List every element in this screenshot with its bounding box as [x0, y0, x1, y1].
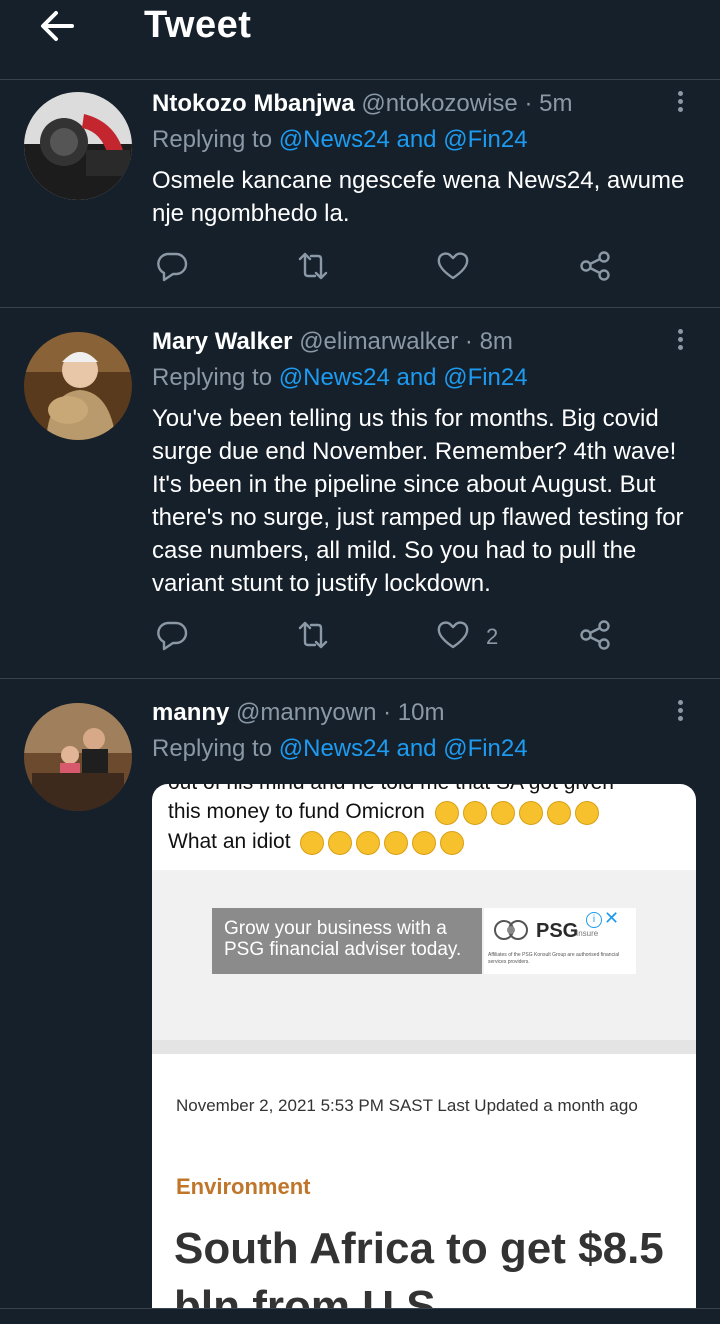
reply-button[interactable] [155, 250, 189, 286]
tweet-reply[interactable]: Ntokozo Mbanjwa @ntokozowise · 5m Replyi… [0, 80, 720, 308]
author-name[interactable]: Ntokozo Mbanjwa [152, 90, 355, 117]
like-icon [436, 249, 470, 288]
retweet-button[interactable] [296, 250, 330, 286]
media-text-line-2: What an idiot [168, 830, 291, 853]
replying-prefix: Replying to [152, 364, 273, 391]
ad-brand: PSG [536, 920, 579, 942]
ad-info-icon[interactable]: i [586, 912, 602, 928]
ad-logo: PSG Insure i ✕ Affiliates of the PSG Kon… [484, 908, 636, 974]
like-icon [436, 618, 470, 657]
page-title: Tweet [144, 4, 252, 46]
retweet-button[interactable] [296, 619, 330, 655]
ad-banner[interactable]: Grow your business with a PSG financial … [152, 870, 696, 1040]
divider [152, 1040, 696, 1054]
like-button[interactable] [436, 250, 486, 286]
ad-text: Grow your business with a PSG financial … [212, 908, 482, 974]
more-options-icon[interactable] [668, 697, 692, 727]
top-bar: Tweet [0, 0, 720, 80]
psg-logo-icon [494, 920, 528, 940]
replying-prefix: Replying to [152, 735, 273, 762]
like-count: 2 [486, 624, 499, 649]
tweet-text: You've been telling us this for months. … [152, 405, 684, 597]
like-button[interactable]: 2 [436, 619, 498, 655]
author-handle[interactable]: @mannyown [236, 699, 376, 726]
avatar[interactable] [24, 703, 132, 811]
author-handle[interactable]: @elimarwalker [299, 328, 458, 355]
reply-icon [155, 249, 189, 288]
tweet-text: Osmele kancane ngescefe wena News24, awu… [152, 167, 685, 227]
reply-button[interactable] [155, 619, 189, 655]
tweet-time: · 10m [383, 699, 445, 726]
avatar[interactable] [24, 332, 132, 440]
avatar[interactable] [24, 92, 132, 200]
author-handle[interactable]: @ntokozowise [361, 90, 517, 117]
retweet-icon [296, 618, 330, 657]
share-icon [578, 618, 612, 657]
ad-fine-print: Affiliates of the PSG Konsult Group are … [488, 952, 620, 965]
ad-close-icon[interactable]: ✕ [604, 908, 619, 929]
replying-to-link[interactable]: @News24 and @Fin24 [279, 735, 528, 762]
article-category: Environment [176, 1174, 311, 1199]
more-options-icon[interactable] [668, 326, 692, 356]
tweet-time: · 8m [464, 328, 513, 355]
ad-brand-sub: Insure [576, 929, 599, 938]
reply-icon [155, 618, 189, 657]
laughing-emoji-icon [296, 830, 465, 855]
tweet-reply[interactable]: Mary Walker @elimarwalker · 8m Replying … [0, 308, 720, 679]
share-button[interactable] [578, 250, 612, 286]
replying-to-link[interactable]: @News24 and @Fin24 [279, 364, 528, 391]
retweet-icon [296, 249, 330, 288]
laughing-emoji-icon [431, 800, 599, 825]
share-icon [578, 249, 612, 288]
back-arrow-icon[interactable] [36, 8, 80, 44]
tweet-time: · 5m [524, 90, 573, 117]
more-options-icon[interactable] [668, 88, 692, 118]
share-button[interactable] [578, 619, 612, 655]
replying-prefix: Replying to [152, 126, 273, 153]
media-text-line-1: this money to fund Omicron [168, 800, 425, 823]
media-cut-text: out of his mind and he told me that SA g… [168, 784, 614, 795]
author-name[interactable]: manny [152, 699, 229, 726]
article-date: November 2, 2021 5:53 PM SAST Last Updat… [176, 1096, 638, 1115]
tweet-media-image[interactable]: out of his mind and he told me that SA g… [152, 784, 696, 1308]
replying-to-link[interactable]: @News24 and @Fin24 [279, 126, 528, 153]
author-name[interactable]: Mary Walker [152, 328, 293, 355]
article-headline: South Africa to get $8.5 bln from U.S. [174, 1224, 664, 1308]
